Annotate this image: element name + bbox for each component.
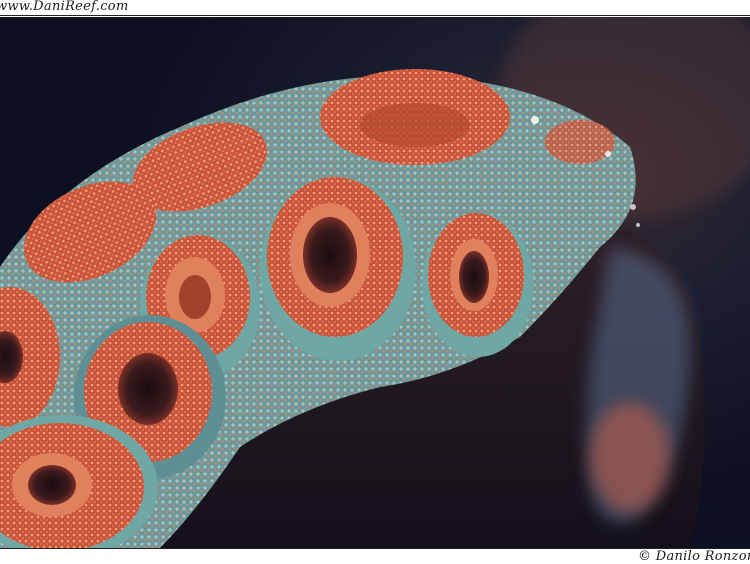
water-highlight — [630, 204, 636, 210]
bottom-border-bar: © Danilo Ronzoni — [0, 548, 750, 564]
coral-illustration — [0, 17, 750, 548]
polyp-midleft-center — [179, 275, 211, 319]
top-border-bar: www.DaniReef.com — [0, 0, 750, 16]
polyp-right-mouth — [459, 251, 489, 303]
polyp-bottom-mouth — [28, 465, 76, 505]
right-polyp-blur — [590, 402, 670, 512]
polyp-back-right — [545, 120, 615, 164]
watermark-top-text: www.DaniReef.com — [0, 0, 129, 14]
coral-photo — [0, 17, 750, 548]
polyp-center-mouth — [303, 217, 357, 293]
water-highlight — [636, 223, 640, 227]
watermark-bottom-text: © Danilo Ronzoni — [638, 549, 750, 564]
polyp-back-top-center — [360, 103, 470, 147]
polyp-lowleft-mouth — [118, 353, 178, 425]
water-highlight — [605, 151, 611, 157]
water-highlight — [531, 116, 539, 124]
